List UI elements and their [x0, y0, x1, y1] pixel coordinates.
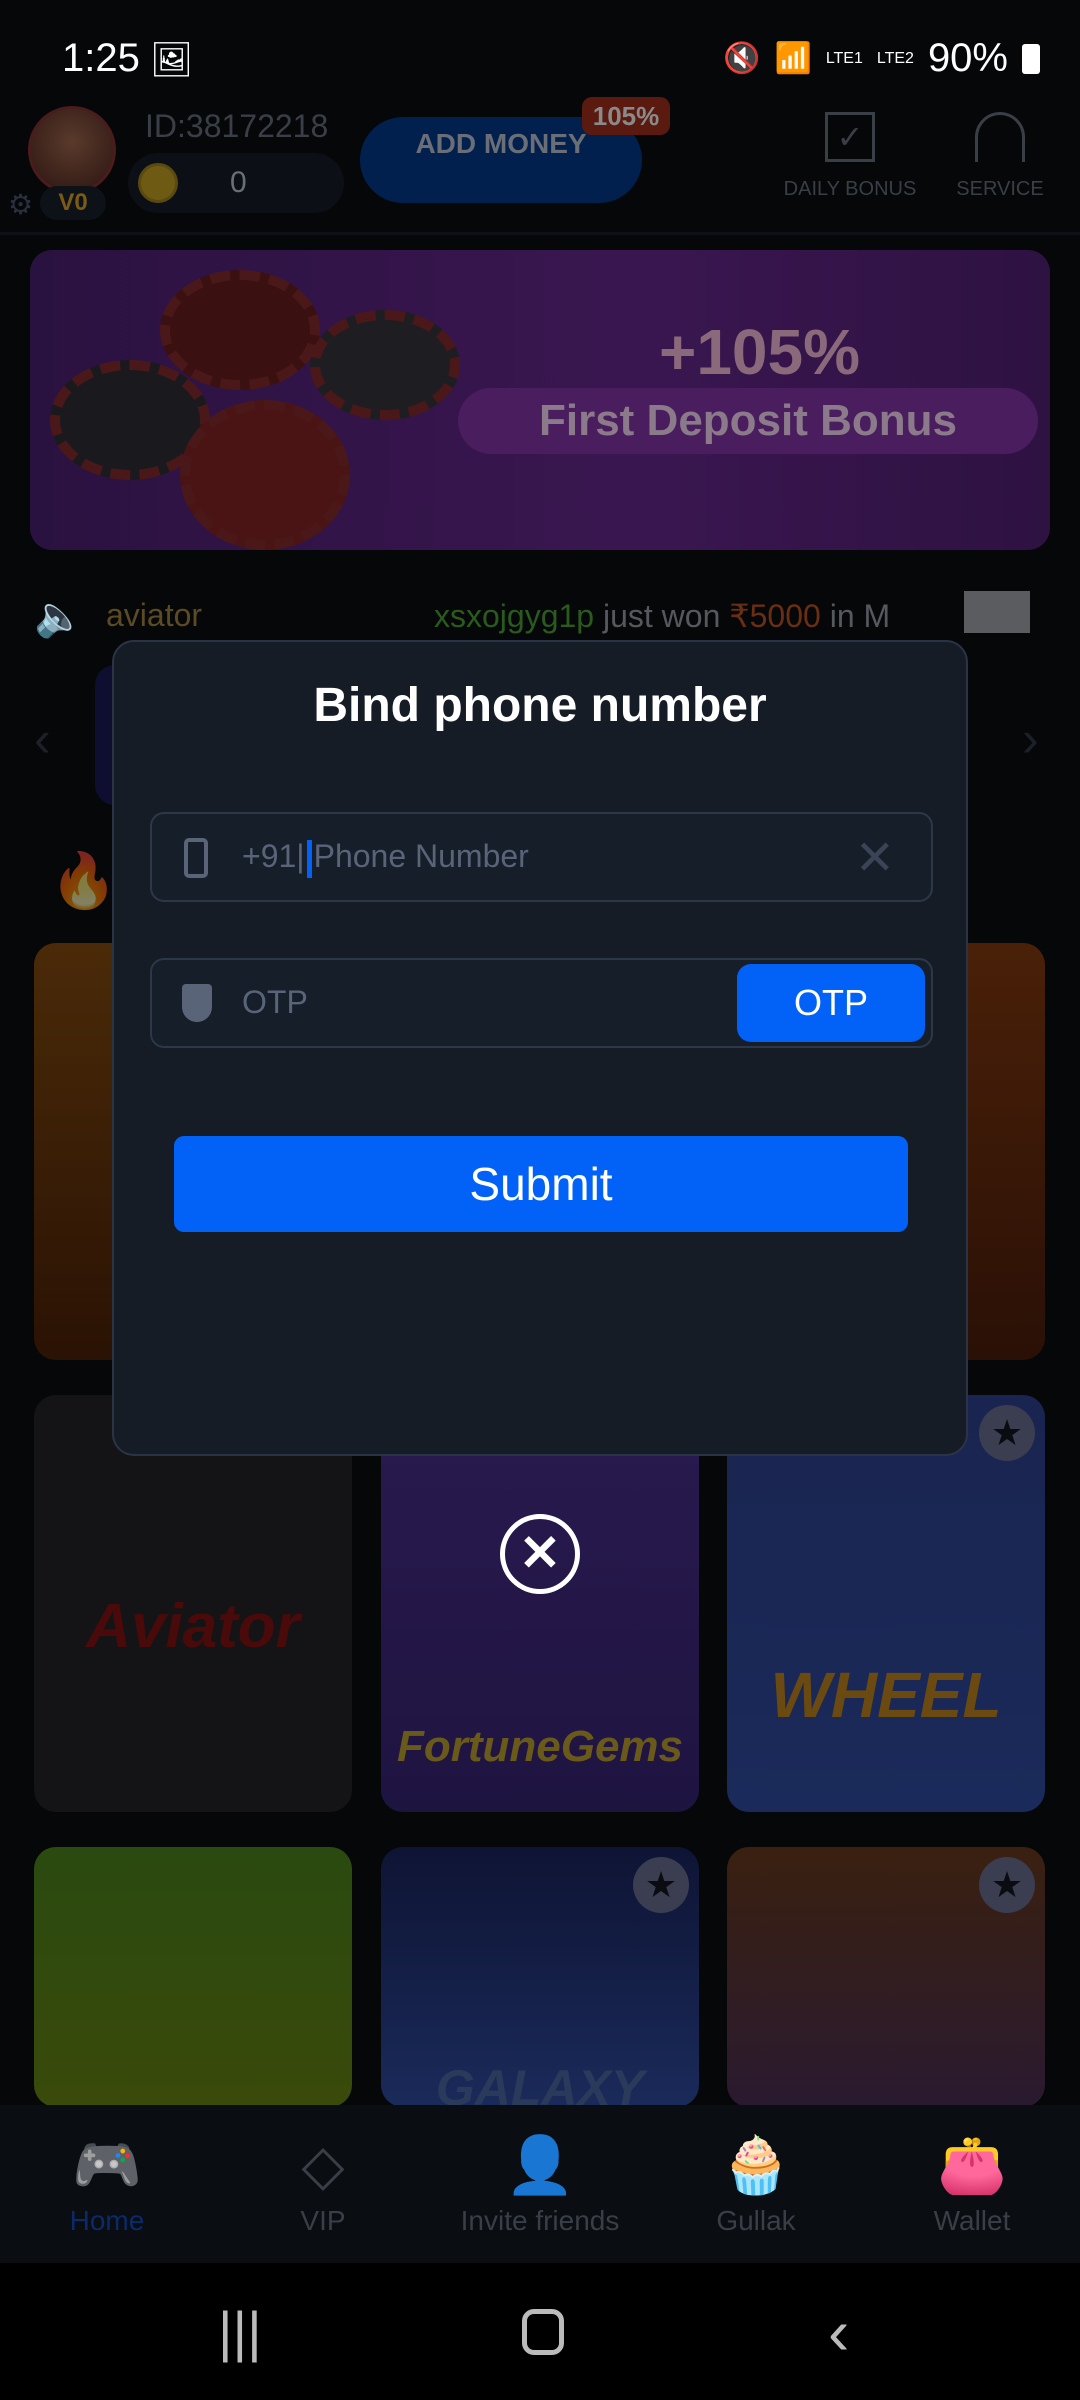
- carousel-next-icon[interactable]: ›: [1022, 710, 1039, 768]
- game-name: GALAXY: [435, 2060, 645, 2107]
- clear-icon[interactable]: ✕: [855, 830, 895, 886]
- game-card-fortune-gems[interactable]: FortuneGems: [381, 1395, 699, 1812]
- poker-chips-image: [30, 250, 460, 550]
- piggy-bank-icon: 🧁: [721, 2133, 791, 2196]
- system-nav-bar: ||| ‹: [0, 2263, 1080, 2400]
- gallery-notification-icon: 🖼: [150, 41, 194, 79]
- home-icon[interactable]: [522, 2309, 564, 2355]
- nav-invite-friends[interactable]: 👤 Invite friends: [440, 2125, 640, 2237]
- carousel-prev-icon[interactable]: ‹: [34, 710, 51, 768]
- service-button[interactable]: SERVICE: [940, 112, 1060, 201]
- nav-label: Invite friends: [460, 2205, 620, 2236]
- shield-icon: [182, 984, 212, 1022]
- back-icon[interactable]: ‹: [828, 2295, 849, 2369]
- otp-placeholder: OTP: [242, 984, 308, 1020]
- gamepad-icon: 🎮: [72, 2133, 142, 2196]
- game-card-galaxy[interactable]: ★ GALAXY: [381, 1847, 699, 2107]
- sim1-label: LTE1: [825, 49, 863, 67]
- mute-icon: 🔇: [723, 42, 761, 75]
- winner-ticker: 🔈 aviator xsxojgyg1p just won ₹5000 in M: [0, 585, 1080, 645]
- nav-label: VIP: [300, 2205, 346, 2236]
- battery-level: 90%: [927, 36, 1008, 80]
- bind-phone-dialog: Bind phone number +91| Phone Number ✕ OTP…: [112, 640, 968, 1456]
- bonus-badge: 105%: [582, 97, 670, 135]
- daily-bonus-button[interactable]: ✓ DAILY BONUS: [770, 112, 930, 201]
- mail-icon[interactable]: [964, 591, 1030, 633]
- ticker-game: aviator: [106, 597, 203, 633]
- submit-button[interactable]: Submit: [174, 1136, 908, 1232]
- phone-placeholder: Phone Number: [313, 838, 529, 874]
- recent-apps-icon[interactable]: |||: [218, 2299, 262, 2364]
- game-name: WHEEL: [770, 1659, 1002, 1731]
- favorite-star-icon[interactable]: ★: [979, 1405, 1035, 1461]
- wifi-icon: 📶: [774, 42, 812, 75]
- nav-label: Wallet: [933, 2205, 1011, 2236]
- ticker-message: just won: [602, 598, 721, 634]
- game-card[interactable]: [34, 1847, 352, 2107]
- banner-headline: +105%: [658, 316, 860, 388]
- promo-banner[interactable]: +105% First Deposit Bonus: [30, 250, 1050, 550]
- headset-icon: [975, 112, 1025, 162]
- nav-home[interactable]: 🎮 Home: [7, 2125, 207, 2237]
- country-code: +91|: [242, 838, 305, 874]
- otp-input[interactable]: OTP OTP: [150, 958, 933, 1048]
- bottom-nav: 🎮 Home ◇ VIP 👤 Invite friends 🧁 Gullak 👛 Wall…: [0, 2105, 1080, 2263]
- user-id: ID:38172218: [145, 108, 329, 144]
- game-card[interactable]: ★: [727, 1847, 1045, 2107]
- speaker-icon: 🔈: [34, 595, 84, 639]
- close-dialog-icon[interactable]: ✕: [500, 1514, 580, 1594]
- vip-level-badge: V0: [40, 186, 106, 220]
- favorite-star-icon[interactable]: ★: [979, 1857, 1035, 1913]
- status-bar: 1:25 🖼 🔇 📶 LTE1 LTE2 90%: [0, 0, 1080, 110]
- game-card-wheel[interactable]: ★ WHEEL: [727, 1395, 1045, 1812]
- favorite-star-icon[interactable]: ★: [633, 1857, 689, 1913]
- nav-label: Home: [69, 2205, 145, 2236]
- game-name: Aviator: [86, 1592, 300, 1661]
- wallet-icon: 👛: [937, 2133, 1007, 2196]
- balance-value: 0: [230, 166, 247, 199]
- settings-gear-icon[interactable]: ⚙: [8, 188, 33, 221]
- service-label: SERVICE: [956, 178, 1044, 200]
- nav-gullak[interactable]: 🧁 Gullak: [656, 2125, 856, 2237]
- send-otp-button[interactable]: OTP: [737, 964, 925, 1042]
- banner-subtitle: First Deposit Bonus: [458, 388, 1038, 454]
- coin-icon: [138, 163, 178, 203]
- nav-vip[interactable]: ◇ VIP: [223, 2125, 423, 2237]
- ticker-amount: ₹5000: [729, 598, 821, 634]
- diamond-icon: ◇: [301, 2133, 345, 2196]
- game-name: FortuneGems: [396, 1722, 684, 1771]
- add-user-icon: 👤: [505, 2133, 575, 2196]
- text-cursor: [306, 839, 312, 878]
- dialog-title: Bind phone number: [313, 679, 767, 732]
- nav-wallet[interactable]: 👛 Wallet: [872, 2125, 1072, 2237]
- game-card-aviator[interactable]: Aviator: [34, 1395, 352, 1812]
- ticker-suffix: in M: [829, 598, 891, 634]
- nav-label: Gullak: [716, 2205, 796, 2236]
- battery-icon: [1022, 43, 1040, 74]
- clock: 1:25: [62, 36, 140, 80]
- daily-bonus-label: DAILY BONUS: [783, 178, 917, 200]
- checkbox-icon: ✓: [825, 112, 875, 162]
- phone-icon: [184, 838, 208, 878]
- sim2-label: LTE2: [876, 49, 914, 67]
- balance-box: 0: [128, 153, 344, 213]
- avatar[interactable]: [28, 106, 116, 194]
- ticker-user: xsxojgyg1p: [434, 598, 595, 634]
- fire-icon: 🔥: [50, 851, 118, 911]
- phone-input[interactable]: +91| Phone Number ✕: [150, 812, 933, 902]
